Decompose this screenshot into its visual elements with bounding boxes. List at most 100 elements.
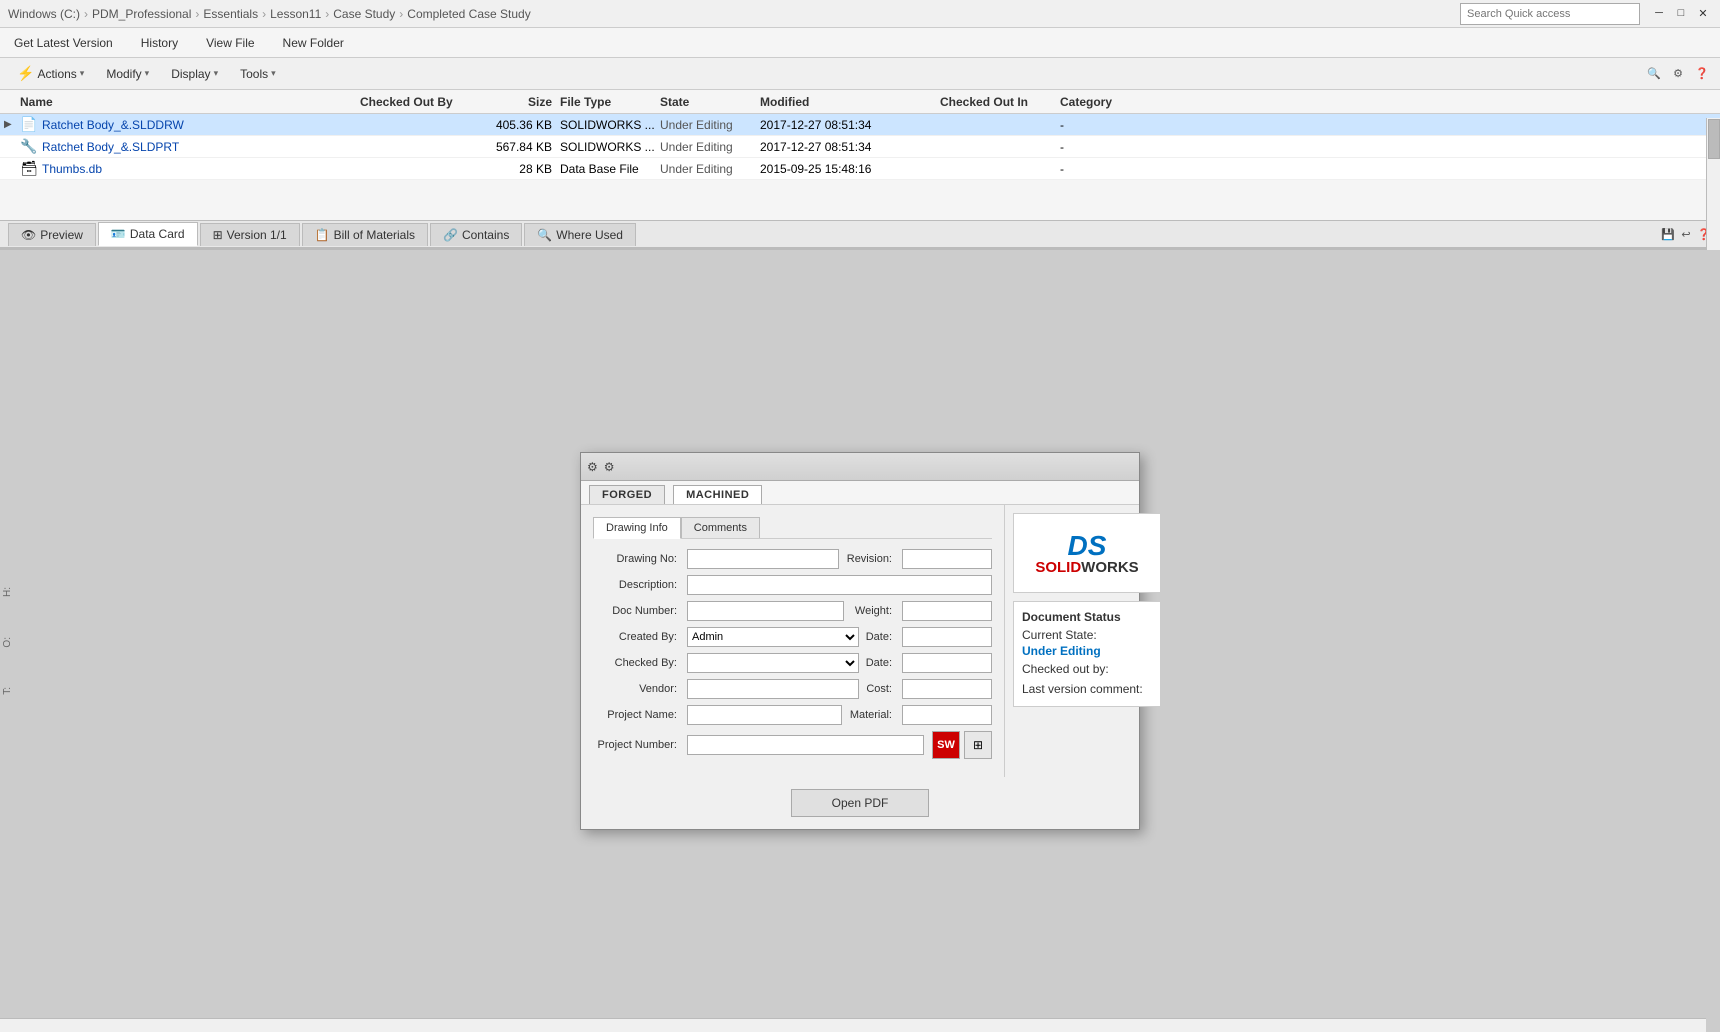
- side-label-t[interactable]: T:: [2, 687, 16, 695]
- tab-contains[interactable]: 🔗 Contains: [430, 223, 522, 246]
- drawing-no-input[interactable]: [687, 549, 839, 569]
- file-type-icon: 🔧: [20, 138, 38, 156]
- col-header-modified[interactable]: Modified: [760, 95, 940, 109]
- tab-version[interactable]: ⊞ Version 1/1: [200, 223, 300, 246]
- tab-machined[interactable]: MACHINED: [673, 485, 762, 504]
- top-section: Windows (C:) › PDM_Professional › Essent…: [0, 0, 1720, 250]
- material-input[interactable]: [902, 705, 992, 725]
- undo-icon[interactable]: ↩: [1678, 226, 1694, 242]
- file-list-header: Name Checked Out By Size File Type State…: [0, 90, 1720, 114]
- dialog-gear-icon: ⚙: [604, 460, 615, 474]
- breadcrumb-pdm[interactable]: PDM_Professional: [92, 7, 191, 21]
- form-row-description: Description:: [593, 575, 992, 595]
- settings-icon[interactable]: ⚙: [1668, 64, 1688, 84]
- tab-where-used[interactable]: 🔍 Where Used: [524, 223, 636, 246]
- file-name[interactable]: Thumbs.db: [42, 162, 102, 176]
- tab-data-card-label: Data Card: [130, 227, 185, 241]
- form-row-created-by: Created By: Admin Date: 2017-12-27: [593, 627, 992, 647]
- grid-icon: ⊞: [973, 738, 983, 752]
- breadcrumb-completed[interactable]: Completed Case Study: [407, 7, 530, 21]
- tab-where-used-label: Where Used: [556, 228, 623, 242]
- minimize-button[interactable]: ─: [1650, 4, 1668, 22]
- actions-button[interactable]: ⚡ Actions ▾: [8, 61, 93, 86]
- col-header-checkin[interactable]: Checked Out In: [940, 95, 1060, 109]
- side-label-o[interactable]: O:: [2, 637, 16, 648]
- col-header-filetype[interactable]: File Type: [560, 95, 660, 109]
- tab-data-card[interactable]: 🪪 Data Card: [98, 222, 198, 246]
- modify-label: Modify: [106, 67, 141, 81]
- tab-comments[interactable]: Comments: [681, 517, 760, 538]
- tab-preview-label: Preview: [40, 228, 83, 242]
- nav-history[interactable]: History: [135, 32, 184, 54]
- horizontal-scrollbar[interactable]: [0, 1018, 1706, 1032]
- tab-preview[interactable]: 👁 Preview: [8, 223, 96, 246]
- date2-label: Date:: [863, 657, 898, 669]
- checked-by-select[interactable]: [687, 653, 859, 673]
- col-header-name[interactable]: Name: [20, 95, 360, 109]
- file-type-icon: 🗃: [20, 160, 38, 178]
- breadcrumb-lesson11[interactable]: Lesson11: [270, 7, 321, 21]
- current-state-value: Under Editing: [1022, 644, 1152, 658]
- save-icon[interactable]: 💾: [1660, 226, 1676, 242]
- sw-wordmark: SOLIDWORKS: [1035, 560, 1138, 575]
- tab-bom[interactable]: 📋 Bill of Materials: [302, 223, 428, 246]
- display-label: Display: [171, 67, 210, 81]
- data-card-dialog: ⚙ ⚙ FORGED MACHINED Drawing Info Comment…: [580, 452, 1140, 830]
- col-header-state[interactable]: State: [660, 95, 760, 109]
- table-row[interactable]: ▶ 📄 Ratchet Body_&.SLDDRW 405.36 KB SOLI…: [0, 114, 1720, 136]
- modify-button[interactable]: Modify ▾: [97, 63, 158, 85]
- doc-number-input[interactable]: [687, 601, 844, 621]
- breadcrumb-casestudy[interactable]: Case Study: [333, 7, 395, 21]
- help-icon[interactable]: ❓: [1692, 64, 1712, 84]
- description-input[interactable]: [687, 575, 992, 595]
- nav-get-latest-version[interactable]: Get Latest Version: [8, 32, 119, 54]
- col-header-checkout[interactable]: Checked Out By: [360, 95, 480, 109]
- project-number-input[interactable]: [687, 735, 924, 755]
- works-text: WORKS: [1081, 560, 1139, 575]
- grid-view-button[interactable]: ⊞: [964, 731, 992, 759]
- table-row[interactable]: 🗃 Thumbs.db 28 KB Data Base File Under E…: [0, 158, 1720, 180]
- cost-input[interactable]: [902, 679, 992, 699]
- solidworks-launch-button[interactable]: SW: [932, 731, 960, 759]
- revision-input[interactable]: [902, 549, 992, 569]
- open-pdf-area: Open PDF: [581, 777, 1139, 829]
- close-button[interactable]: ✕: [1694, 4, 1712, 22]
- tab-drawing-info[interactable]: Drawing Info: [593, 517, 681, 539]
- col-header-size[interactable]: Size: [480, 95, 560, 109]
- table-row[interactable]: 🔧 Ratchet Body_&.SLDPRT 567.84 KB SOLIDW…: [0, 136, 1720, 158]
- created-by-select[interactable]: Admin: [687, 627, 859, 647]
- breadcrumb-essentials[interactable]: Essentials: [203, 7, 258, 21]
- form-row-project-number: Project Number: SW ⊞: [593, 731, 992, 759]
- tab-version-label: Version 1/1: [227, 228, 287, 242]
- open-pdf-button[interactable]: Open PDF: [791, 789, 930, 817]
- file-name[interactable]: Ratchet Body_&.SLDPRT: [42, 140, 179, 154]
- breadcrumb-windows[interactable]: Windows (C:): [8, 7, 80, 21]
- tools-button[interactable]: Tools ▾: [231, 63, 285, 85]
- vendor-input[interactable]: [687, 679, 859, 699]
- display-button[interactable]: Display ▾: [162, 63, 227, 85]
- zoom-icon[interactable]: 🔍: [1644, 64, 1664, 84]
- modify-arrow: ▾: [145, 68, 150, 79]
- file-type-icon: 📄: [20, 116, 38, 134]
- side-label-h[interactable]: H:: [2, 587, 16, 597]
- tab-forged[interactable]: FORGED: [589, 485, 665, 504]
- nav-view-file[interactable]: View File: [200, 32, 260, 54]
- date1-input[interactable]: 2017-12-27: [902, 627, 992, 647]
- col-header-category[interactable]: Category: [1060, 95, 1180, 109]
- scroll-thumb[interactable]: [1708, 119, 1720, 159]
- weight-input[interactable]: [902, 601, 992, 621]
- form-row-checked-by: Checked By: Date:: [593, 653, 992, 673]
- project-name-input[interactable]: [687, 705, 842, 725]
- dialog-title-bar: ⚙ ⚙: [581, 453, 1139, 481]
- checked-by-label: Checked By:: [593, 657, 683, 669]
- title-bar: Windows (C:) › PDM_Professional › Essent…: [0, 0, 1720, 28]
- checked-out-by-label: Checked out by:: [1022, 662, 1152, 676]
- solidworks-logo-area: DS SOLIDWORKS: [1013, 513, 1161, 593]
- file-name[interactable]: Ratchet Body_&.SLDDRW: [42, 118, 184, 132]
- date2-input[interactable]: [902, 653, 992, 673]
- nav-new-folder[interactable]: New Folder: [277, 32, 350, 54]
- search-input[interactable]: [1460, 3, 1640, 25]
- maximize-button[interactable]: □: [1672, 4, 1690, 22]
- tools-arrow: ▾: [271, 68, 276, 79]
- vertical-scrollbar[interactable]: [1706, 118, 1720, 250]
